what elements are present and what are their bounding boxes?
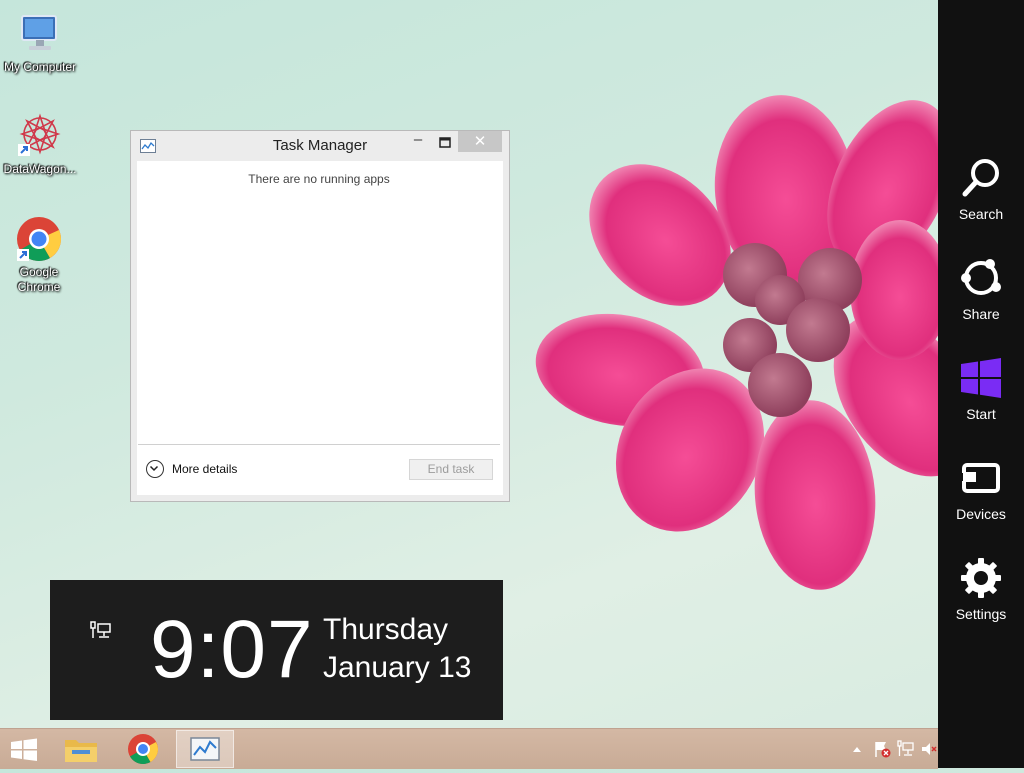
- windows-logo-icon: [959, 356, 1003, 400]
- empty-message: There are no running apps: [248, 172, 390, 186]
- desktop-icon-datawagon[interactable]: DataWagon...: [0, 112, 80, 177]
- taskbar-file-explorer[interactable]: [52, 730, 110, 768]
- computer-icon: [16, 10, 64, 58]
- file-explorer-icon: [65, 740, 97, 762]
- more-details-label: More details: [172, 462, 238, 476]
- windows-logo-icon: [11, 738, 37, 761]
- chevron-down-icon: [146, 460, 164, 478]
- desktop-icon-my-computer[interactable]: My Computer: [0, 10, 80, 75]
- devices-icon: [959, 456, 1003, 500]
- desktop-icon-label: Google Chrome: [17, 265, 61, 294]
- chrome-icon: [15, 215, 63, 263]
- charm-label: Settings: [955, 606, 1007, 622]
- charm-share[interactable]: Share: [938, 256, 1024, 336]
- maximize-icon: [439, 137, 451, 148]
- taskbar: [0, 728, 938, 769]
- clock-date: January 13: [323, 651, 472, 684]
- clock-overlay: 9:07 Thursday January 13: [50, 580, 503, 720]
- task-manager-window[interactable]: Task Manager – ✕ There are no running ap…: [130, 130, 510, 502]
- charms-bar: Search Share Start Devices Settings: [938, 0, 1024, 768]
- charm-label: Devices: [956, 506, 1006, 522]
- charm-search[interactable]: Search: [938, 156, 1024, 236]
- close-button[interactable]: ✕: [458, 131, 502, 152]
- taskbar-task-manager[interactable]: [176, 730, 234, 768]
- share-icon: [959, 256, 1003, 300]
- datawagon-icon: [16, 112, 64, 160]
- desktop-icon-label: DataWagon...: [3, 162, 77, 176]
- search-icon: [959, 156, 1003, 200]
- clock-day: Thursday: [323, 613, 449, 646]
- desktop-icon-label: My Computer: [3, 60, 77, 74]
- network-tray-button[interactable]: [896, 739, 916, 759]
- chrome-icon: [128, 734, 158, 765]
- charm-settings[interactable]: Settings: [938, 556, 1024, 636]
- start-button[interactable]: [0, 730, 48, 768]
- maximize-button[interactable]: [435, 133, 455, 153]
- taskbar-chrome[interactable]: [114, 730, 172, 768]
- desktop-icon-google-chrome[interactable]: Google Chrome: [0, 215, 78, 295]
- task-manager-icon: [190, 737, 220, 761]
- network-icon: [88, 620, 114, 642]
- volume-muted-icon: [922, 743, 937, 755]
- more-details-toggle[interactable]: More details: [146, 460, 237, 478]
- charm-label: Start: [966, 406, 996, 422]
- flag-icon: [875, 742, 891, 758]
- charm-label: Share: [962, 306, 1000, 322]
- gear-icon: [959, 556, 1003, 600]
- network-icon: [897, 740, 914, 756]
- end-task-button[interactable]: End task: [409, 459, 493, 480]
- action-center-button[interactable]: [872, 739, 892, 759]
- app-list: There are no running apps: [138, 162, 500, 444]
- charm-label: Search: [958, 206, 1004, 222]
- charm-start[interactable]: Start: [938, 356, 1024, 436]
- minimize-button[interactable]: –: [407, 131, 429, 151]
- charm-devices[interactable]: Devices: [938, 456, 1024, 536]
- chevron-up-icon: [853, 747, 861, 752]
- show-hidden-icons-button[interactable]: [850, 739, 864, 759]
- volume-tray-button[interactable]: [920, 739, 938, 759]
- task-manager-footer: More details End task: [138, 444, 500, 494]
- clock-time: 9:07: [150, 604, 314, 695]
